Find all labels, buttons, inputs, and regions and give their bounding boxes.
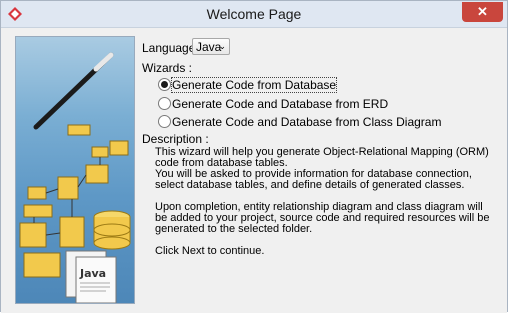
chevron-down-icon: ⌄ [218, 41, 226, 51]
radio-generate-code-and-database-from-erd[interactable] [158, 97, 172, 111]
radio-label-generate-code-and-database-from-erd[interactable]: Generate Code and Database from ERD [172, 97, 388, 111]
illustration-graphic: Java [19, 52, 131, 303]
close-button[interactable]: ✕ [462, 2, 503, 22]
description-paragraph: Click Next to continue. [155, 245, 265, 257]
welcome-window: Welcome Page ✕ Java Language: Java ⌄ Wi… [0, 0, 508, 313]
description-label: Description : [142, 132, 209, 146]
wizard-illustration: Java [15, 36, 135, 304]
description-paragraph: Upon completion, entity relationship dia… [155, 201, 490, 235]
window-title: Welcome Page [206, 6, 302, 22]
radio-generate-code-from-database[interactable] [158, 78, 172, 92]
radio-circle-icon [158, 97, 171, 110]
radio-label-generate-code-and-database-from-class-diagram[interactable]: Generate Code and Database from Class Di… [172, 115, 441, 129]
java-doc-text: Java [79, 267, 106, 280]
description-paragraph: You will be asked to provide information… [155, 168, 472, 191]
description-paragraph: This wizard will help you generate Objec… [155, 146, 489, 169]
radio-selected-dot-icon [161, 81, 168, 88]
description-text: This wizard will help you generate Objec… [155, 147, 495, 268]
dialog-body: Java Language : Java ⌄ Wizards : Generat… [1, 28, 507, 313]
radio-circle-icon [158, 115, 171, 128]
title-bar[interactable]: Welcome Page ✕ [1, 1, 507, 28]
wizards-label: Wizards : [142, 61, 193, 75]
language-select[interactable]: Java ⌄ [192, 38, 230, 55]
close-icon: ✕ [477, 4, 488, 19]
radio-label-generate-code-from-database[interactable]: Generate Code from Database [170, 77, 338, 93]
radio-generate-code-and-database-from-class-diagram[interactable] [158, 115, 172, 129]
